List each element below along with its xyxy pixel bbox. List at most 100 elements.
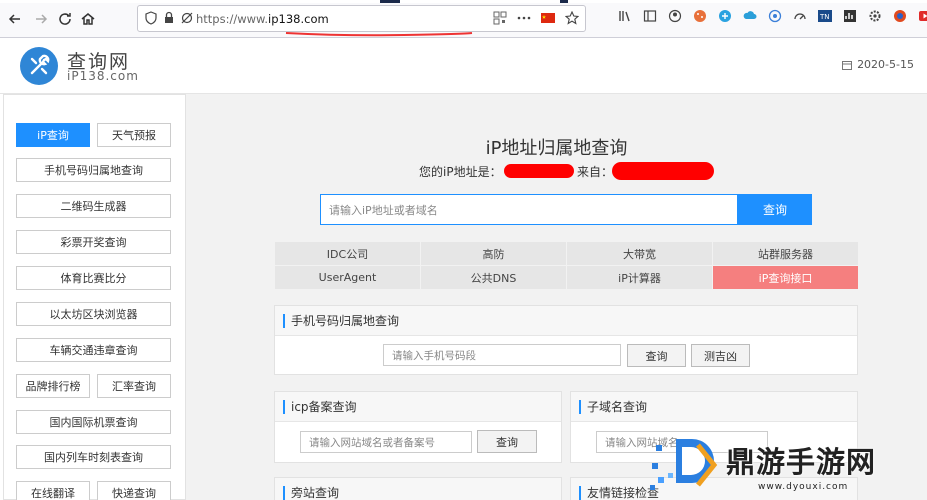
panel-header: icp备案查询 xyxy=(275,392,561,422)
forward-button[interactable] xyxy=(30,8,52,30)
link-ddos-protection[interactable]: 高防 xyxy=(421,242,566,265)
translate-extension-icon xyxy=(719,10,731,22)
tab-strip-edge xyxy=(0,0,927,3)
panel-header: 旁站查询 xyxy=(275,478,561,500)
sidebar-item-sports-scores[interactable]: 体育比赛比分 xyxy=(16,266,171,290)
back-button[interactable] xyxy=(4,8,26,30)
ip-search-button[interactable]: 查询 xyxy=(738,194,812,225)
more-actions-icon[interactable] xyxy=(517,11,531,25)
panel-title: 友情链接检查 xyxy=(579,486,659,500)
quick-links: IDC公司 高防 大带宽 站群服务器 UserAgent 公共DNS iP计算器… xyxy=(275,242,858,290)
sidebar-item-ip-query[interactable]: iP查询 xyxy=(16,123,90,147)
tracking-off-icon[interactable] xyxy=(180,11,194,25)
site-subtitle[interactable]: iP138.com xyxy=(67,69,139,83)
sidebar-item-weather[interactable]: 天气预报 xyxy=(97,123,171,147)
arrow-right-icon xyxy=(36,14,48,24)
icp-lookup-panel: icp备案查询 请输入网站域名或者备案号 查询 xyxy=(274,391,562,463)
arrow-left-icon xyxy=(8,14,20,24)
extension-button[interactable] xyxy=(918,9,927,23)
sidebar-item-express-tracking[interactable]: 快递查询 xyxy=(97,481,171,500)
extension-button[interactable]: TN xyxy=(818,9,832,23)
home-button[interactable] xyxy=(77,8,99,30)
link-public-dns[interactable]: 公共DNS xyxy=(421,266,566,289)
phone-input[interactable]: 请输入手机号码段 xyxy=(383,344,621,366)
tab-indicator xyxy=(560,0,568,3)
sidebar-item-exchange-rate[interactable]: 汇率查询 xyxy=(97,374,171,398)
qr-code-icon[interactable] xyxy=(493,11,507,25)
library-icon xyxy=(619,11,630,22)
svg-text:TN: TN xyxy=(819,13,830,21)
library-button[interactable] xyxy=(618,9,632,23)
account-button[interactable] xyxy=(668,9,682,23)
panel-header: 子域名查询 xyxy=(571,392,857,422)
extension-button[interactable] xyxy=(718,9,732,23)
sidebar-item-brand-ranking[interactable]: 品牌排行榜 xyxy=(16,374,90,398)
gauge-extension-icon xyxy=(794,13,806,20)
icp-query-button[interactable]: 查询 xyxy=(477,430,537,453)
sidesite-lookup-panel: 旁站查询 xyxy=(274,477,562,500)
annotation-underline xyxy=(285,32,473,37)
site-header: 查询网 iP138.com 2020-5-15 xyxy=(0,38,927,94)
cookie-extension-icon xyxy=(694,10,706,22)
sidebar-item-train-schedule[interactable]: 国内列车时刻表查询 xyxy=(16,445,171,469)
panel-title: 子域名查询 xyxy=(579,400,647,414)
panel-title: icp备案查询 xyxy=(283,400,357,414)
reload-icon xyxy=(59,13,71,25)
sidebar-icon xyxy=(643,10,657,22)
network-extension-icon xyxy=(768,9,782,23)
watermark-url: www.dyouxi.com xyxy=(758,482,849,492)
link-useragent[interactable]: UserAgent xyxy=(275,266,420,289)
link-bandwidth[interactable]: 大带宽 xyxy=(567,242,712,265)
icp-input[interactable]: 请输入网站域名或者备案号 xyxy=(300,431,472,453)
tab-indicator xyxy=(380,0,400,3)
url-bar[interactable]: https://www.ip138.com xyxy=(137,5,586,37)
link-ip-calculator[interactable]: iP计算器 xyxy=(567,266,712,289)
color-extension-icon xyxy=(894,10,906,22)
luck-test-button[interactable]: 测吉凶 xyxy=(691,344,750,367)
home-icon xyxy=(81,13,95,25)
ip-search-input[interactable]: 请输入iP地址或者域名 xyxy=(320,194,738,225)
video-extension-icon xyxy=(919,11,927,21)
extension-button[interactable] xyxy=(768,9,782,23)
your-ip-label: 您的iP地址是： xyxy=(419,165,502,179)
shield-icon[interactable] xyxy=(144,11,158,25)
panel-title: 手机号码归属地查询 xyxy=(283,314,399,328)
sidebar-item-phone-location[interactable]: 手机号码归属地查询 xyxy=(16,158,171,182)
panel-header: 手机号码归属地查询 xyxy=(275,306,857,336)
link-idc[interactable]: IDC公司 xyxy=(275,242,420,265)
extension-button[interactable] xyxy=(793,9,807,23)
sidebar-item-traffic-violations[interactable]: 车辆交通违章查询 xyxy=(16,338,171,362)
header-date: 2020-5-15 xyxy=(842,58,914,71)
phone-query-button[interactable]: 查询 xyxy=(627,344,686,367)
calendar-icon xyxy=(842,60,853,70)
sidebar: iP查询 天气预报 手机号码归属地查询 二维码生成器 彩票开奖查询 体育比赛比分… xyxy=(3,94,186,500)
sidebar-button[interactable] xyxy=(643,9,657,23)
chart-extension-icon xyxy=(844,10,856,22)
watermark: 鼎游手游网 www.dyouxi.com xyxy=(648,433,927,500)
sidebar-item-ethereum-explorer[interactable]: 以太坊区块浏览器 xyxy=(16,302,171,326)
lock-icon[interactable] xyxy=(162,11,176,25)
url-text[interactable]: https://www.ip138.com xyxy=(196,12,329,26)
link-site-servers[interactable]: 站群服务器 xyxy=(713,242,858,265)
extension-button[interactable] xyxy=(893,9,907,23)
extension-button[interactable] xyxy=(693,9,707,23)
watermark-logo xyxy=(650,439,718,490)
sidebar-item-qr-generator[interactable]: 二维码生成器 xyxy=(16,194,171,218)
link-ip-api[interactable]: iP查询接口 xyxy=(713,266,858,289)
cloud-extension-icon xyxy=(743,11,757,19)
bookmark-star-icon[interactable] xyxy=(565,11,579,25)
extension-button[interactable] xyxy=(743,9,757,23)
site-logo[interactable] xyxy=(20,47,58,85)
browser-toolbar: https://www.ip138.com TN xyxy=(0,0,927,38)
sidebar-item-flight-tickets[interactable]: 国内国际机票查询 xyxy=(16,410,171,434)
page-title: iP地址归属地查询 xyxy=(485,138,628,159)
sidebar-item-lottery[interactable]: 彩票开奖查询 xyxy=(16,230,171,254)
redaction-mark xyxy=(612,162,714,180)
sidebar-item-translate[interactable]: 在线翻译 xyxy=(16,481,90,500)
account-icon xyxy=(668,9,682,23)
date-text: 2020-5-15 xyxy=(857,58,914,71)
extension-button[interactable] xyxy=(843,9,857,23)
extension-button[interactable] xyxy=(868,9,882,23)
redaction-mark xyxy=(504,164,574,178)
reload-button[interactable] xyxy=(54,8,76,30)
